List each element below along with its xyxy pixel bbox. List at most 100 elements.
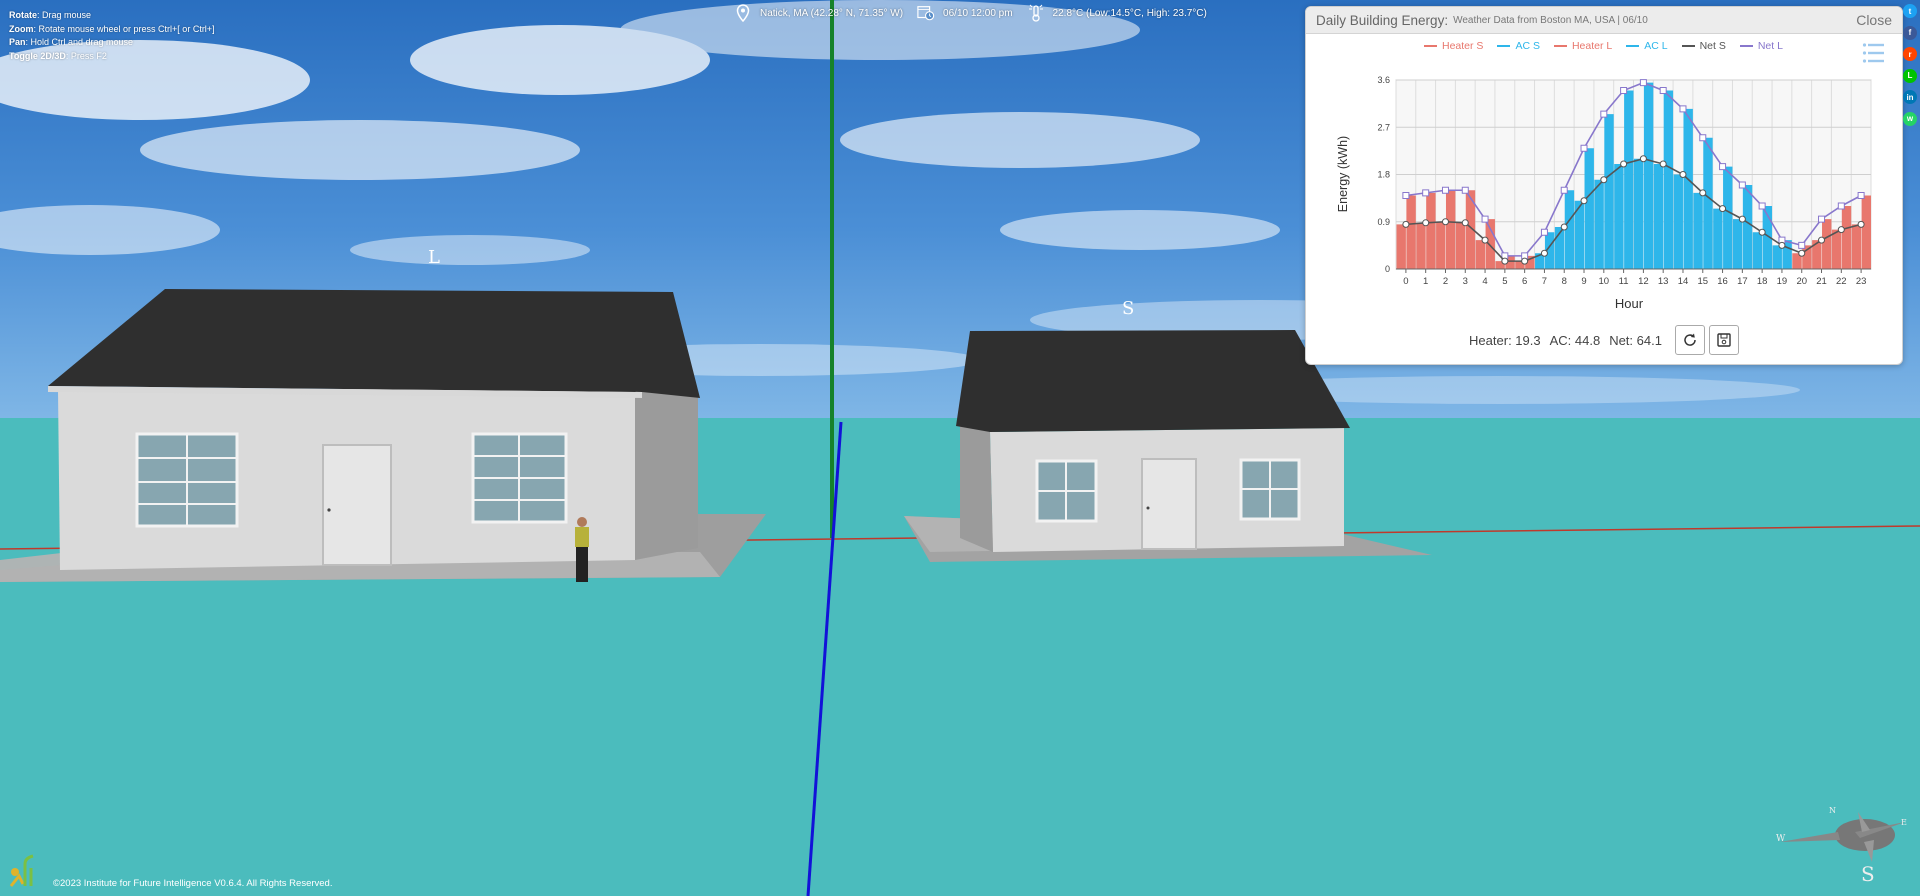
x-tick-label: 13 bbox=[1658, 276, 1669, 287]
x-tick-label: 9 bbox=[1581, 276, 1586, 287]
net-l-point bbox=[1679, 105, 1687, 113]
bar-heater-s bbox=[1831, 229, 1842, 269]
datetime-text: 06/10 12:00 pm bbox=[943, 7, 1013, 19]
panel-title: Daily Building Energy: bbox=[1316, 12, 1449, 28]
x-tick-label: 4 bbox=[1482, 276, 1487, 287]
net-s-point bbox=[1540, 249, 1548, 257]
bar-ac-s bbox=[1653, 164, 1664, 269]
net-l-point bbox=[1639, 79, 1647, 87]
net-l-point bbox=[1758, 202, 1766, 210]
net-s-point bbox=[1639, 155, 1647, 163]
bar-heater-s bbox=[1436, 221, 1446, 269]
x-tick-label: 2 bbox=[1443, 276, 1448, 287]
y-tick-label: 1.8 bbox=[1377, 170, 1390, 180]
panel-header[interactable]: Daily Building Energy: Weather Data from… bbox=[1306, 7, 1902, 34]
net-s-point bbox=[1620, 160, 1628, 168]
net-l-point bbox=[1580, 144, 1588, 152]
bar-heater-l bbox=[1406, 195, 1416, 269]
panel-subtitle: Weather Data from Boston MA, USA | 06/10 bbox=[1453, 14, 1648, 26]
net-s-point bbox=[1758, 228, 1766, 236]
copyright-text: ©2023 Institute for Future Intelligence … bbox=[53, 878, 333, 889]
net-l-point bbox=[1818, 215, 1826, 223]
y-tick-label: 2.7 bbox=[1377, 122, 1390, 132]
bar-heater-l bbox=[1485, 219, 1495, 269]
bar-ac-l bbox=[1742, 185, 1753, 269]
help-toggle: Toggle 2D/3D: Press F2 bbox=[9, 50, 107, 61]
net-total: Net: 64.1 bbox=[1609, 332, 1662, 348]
energy-chart: 00.91.82.73.60 1 2 3 4 5 6 7 8 9 10 11 12 13 14 15 16 17 1… bbox=[1336, 75, 1872, 311]
x-tick-label: 1 bbox=[1423, 276, 1428, 287]
save-button[interactable] bbox=[1708, 325, 1739, 355]
net-s-point bbox=[1659, 160, 1667, 168]
refresh-button[interactable] bbox=[1674, 325, 1705, 355]
reddit-share-icon[interactable]: r bbox=[1903, 47, 1917, 62]
bar-ac-s bbox=[1634, 158, 1644, 269]
bar-heater-s bbox=[1475, 240, 1486, 269]
bar-ac-s bbox=[1772, 245, 1782, 269]
chart-legend: Heater S AC S Heater L AC L Net S Net L bbox=[1424, 40, 1797, 52]
bar-heater-s bbox=[1416, 222, 1426, 269]
legend-item-ac-l[interactable]: AC L bbox=[1626, 40, 1668, 52]
help-pan: Pan: Hold Ctrl and drag mouse bbox=[9, 37, 134, 48]
x-tick-label: 7 bbox=[1542, 276, 1547, 287]
net-l-point bbox=[1719, 163, 1727, 171]
status-bar: Natick, MA (42.28° N, 71.35° W) 06/10 12… bbox=[734, 3, 1221, 23]
net-s-point bbox=[1679, 171, 1687, 178]
datetime-item[interactable]: 06/10 12:00 pm bbox=[917, 4, 1013, 22]
net-s-point bbox=[1560, 223, 1568, 231]
heater-total: Heater: 19.3 bbox=[1469, 332, 1541, 348]
x-tick-label: 14 bbox=[1678, 276, 1689, 287]
bar-heater-s bbox=[1396, 224, 1406, 269]
weather-item[interactable]: 22.8°C (Low:14.5°C, High: 23.7°C) bbox=[1027, 4, 1207, 22]
compass-e-label: E bbox=[1901, 818, 1907, 827]
bar-ac-l bbox=[1683, 108, 1693, 269]
chart-menu-icon[interactable] bbox=[1862, 41, 1884, 65]
legend-item-ac-s[interactable]: AC S bbox=[1497, 40, 1540, 52]
panel-footer: Heater: 19.3 AC: 44.8 Net: 64.1 bbox=[1306, 325, 1902, 355]
x-tick-label: 21 bbox=[1816, 276, 1827, 287]
line-share-icon[interactable]: L bbox=[1903, 68, 1917, 83]
bar-ac-s bbox=[1732, 219, 1743, 269]
bar-ac-s bbox=[1594, 179, 1604, 269]
legend-item-heater-s[interactable]: Heater S bbox=[1424, 40, 1483, 52]
net-s-point bbox=[1818, 236, 1826, 244]
net-s-point bbox=[1402, 220, 1410, 228]
compass-n-label: N bbox=[1829, 806, 1836, 815]
close-button[interactable]: Close bbox=[1856, 12, 1892, 28]
net-s-point bbox=[1501, 257, 1509, 265]
help-zoom: Zoom: Rotate mouse wheel or press Ctrl+[… bbox=[9, 23, 215, 34]
legend-item-heater-l[interactable]: Heater L bbox=[1553, 40, 1612, 52]
legend-item-net-s[interactable]: Net S bbox=[1681, 40, 1726, 52]
bar-ac-l bbox=[1643, 82, 1654, 269]
bar-heater-s bbox=[1851, 224, 1862, 269]
bar-ac-l bbox=[1584, 148, 1594, 269]
x-tick-label: 10 bbox=[1599, 276, 1610, 287]
legend-item-net-l[interactable]: Net L bbox=[1739, 40, 1783, 52]
x-tick-label: 8 bbox=[1562, 276, 1567, 287]
net-l-point bbox=[1461, 186, 1469, 194]
y-tick-label: 0 bbox=[1385, 264, 1390, 274]
help-rotate: Rotate: Drag mouse bbox=[9, 10, 92, 20]
x-tick-label: 6 bbox=[1522, 276, 1527, 287]
bar-ac-s bbox=[1673, 174, 1683, 269]
net-l-point bbox=[1620, 87, 1628, 94]
compass-s-label: S bbox=[1861, 862, 1875, 886]
whatsapp-share-icon[interactable]: w bbox=[1903, 111, 1917, 126]
refresh-icon bbox=[1684, 333, 1696, 346]
bar-heater-l bbox=[1445, 190, 1456, 269]
location-item[interactable]: Natick, MA (42.28° N, 71.35° W) bbox=[734, 4, 903, 22]
net-s-point bbox=[1719, 205, 1727, 213]
x-tick-label: 22 bbox=[1836, 276, 1847, 287]
net-s-point bbox=[1857, 220, 1865, 228]
linkedin-share-icon[interactable]: in bbox=[1903, 90, 1917, 105]
building-L[interactable] bbox=[0, 289, 766, 582]
x-tick-label: 23 bbox=[1856, 276, 1867, 287]
bar-ac-s bbox=[1752, 232, 1763, 269]
facebook-share-icon[interactable]: f bbox=[1903, 25, 1917, 40]
twitter-share-icon[interactable]: t bbox=[1903, 4, 1917, 18]
y-axis-title: Energy (kWh) bbox=[1336, 136, 1350, 212]
x-axis-title: Hour bbox=[1615, 296, 1644, 311]
calendar-clock-icon bbox=[917, 4, 935, 22]
net-s-point bbox=[1837, 226, 1845, 234]
bar-ac-l bbox=[1723, 166, 1733, 269]
